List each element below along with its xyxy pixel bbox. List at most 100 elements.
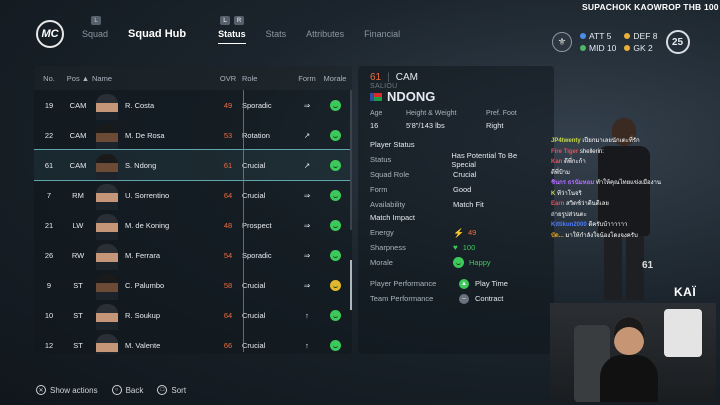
player-face-icon (92, 300, 122, 330)
row-name: M. Ferrara (125, 250, 161, 260)
table-row[interactable]: 61 CAM S. Ndong 61 Crucial ↗ (34, 149, 352, 181)
chat-text: ทำให้คุณไทยแข่งเมืองาน (595, 180, 662, 186)
tab-financial[interactable]: Financial (364, 29, 400, 39)
row-role: Crucial (242, 340, 266, 350)
row-role: Prospect (242, 220, 272, 230)
stream-alert: SUPACHOK KAOWROP THB 100 (582, 2, 719, 12)
status-value: Has Potential To Be Special (451, 150, 518, 169)
detail-position: CAM (395, 72, 418, 83)
webcam-overlay (550, 303, 716, 402)
sort-button[interactable]: □ Sort (157, 385, 186, 395)
chat-message: Fire Tiger shellerin: (551, 147, 671, 158)
tab-attributes[interactable]: Attributes (306, 29, 344, 39)
chat-message: ดีพี่ป้าม (551, 168, 671, 179)
back-button[interactable]: ○ Back (111, 385, 143, 395)
row-role: Crucial (242, 310, 266, 320)
app-logo: MC (36, 20, 64, 48)
match-impact-heading: Match Impact (370, 213, 416, 222)
row-form: ↗ (303, 160, 311, 170)
morale-value: Happy (469, 258, 491, 267)
row-name: S. Ndong (125, 160, 157, 170)
chat-user: Earn (551, 201, 565, 207)
row-name: M. Valente (125, 340, 161, 350)
table-scrollbar[interactable] (350, 90, 352, 310)
row-position: ST (73, 340, 83, 350)
club-crest-icon: ⚜ (552, 32, 572, 52)
row-form: ↗ (303, 130, 311, 140)
sharpness-label: Sharpness (370, 243, 406, 252)
table-row[interactable]: 10 ST R. Soukup 64 Crucial ↑ (34, 300, 352, 330)
row-position: ST (73, 280, 83, 290)
row-number: 26 (44, 250, 54, 260)
circle-button-icon: ○ (111, 385, 122, 395)
chat-user: ชินกร ธรนัมหอม (551, 180, 595, 186)
tab-squad[interactable]: L Squad (82, 16, 109, 39)
player-face-icon (92, 330, 122, 354)
team-performance-icon: – (459, 293, 469, 304)
chat-text: ทีว่าโนจริ (557, 190, 582, 197)
row-morale (320, 219, 350, 231)
chat-text: ดีพี่ป้าม (551, 169, 570, 176)
team-performance-label: Team Performance (370, 294, 434, 303)
player-status-heading: Player Status (370, 140, 415, 149)
chat-user: JP4twenty (551, 138, 581, 144)
morale-happy-icon (329, 309, 341, 321)
morale-happy-icon (329, 99, 341, 111)
player-face-icon (92, 150, 122, 180)
sort-label: Sort (171, 385, 187, 395)
lt-key-icon: L (220, 16, 231, 25)
chat-message: K ทีว่าโนจริ (551, 189, 671, 200)
row-form: ↑ (305, 340, 309, 350)
form-label: Form (370, 185, 388, 194)
row-name: C. Palumbo (125, 280, 165, 290)
row-name: R. Costa (125, 100, 155, 110)
age-value: 16 (370, 121, 379, 130)
att-count: ATT 5 (580, 31, 616, 41)
table-row[interactable]: 12 ST M. Valente 66 Crucial ↑ (34, 330, 352, 354)
table-row[interactable]: 19 CAM R. Costa 49 Sporadic ⇒ (34, 90, 352, 120)
chat-text: มาให้กำลังใจน้องโดงจงครับ (565, 232, 638, 239)
table-row[interactable]: 26 RW M. Ferrara 54 Sporadic ⇒ (34, 240, 352, 270)
row-ovr: 53 (223, 130, 233, 140)
table-row[interactable]: 7 RM U. Sorrentino 64 Crucial ⇒ (34, 180, 352, 210)
lb-key-icon: L (91, 16, 101, 25)
form-value: Good (453, 185, 472, 194)
chat-user: K (551, 190, 556, 197)
page-title: Squad Hub (128, 28, 187, 40)
mid-count: MID 10 (580, 43, 616, 53)
row-role: Rotation (242, 130, 270, 140)
row-ovr: 66 (223, 340, 233, 350)
energy-value: 49 (468, 228, 477, 237)
tab-stats[interactable]: Stats (266, 29, 287, 39)
table-row[interactable]: 21 LW M. de Koning 48 Prospect ⇒ (34, 210, 352, 240)
player-performance-icon: ▲ (459, 278, 469, 289)
row-ovr: 48 (223, 220, 233, 230)
row-ovr: 49 (223, 100, 233, 110)
row-position: CAM (69, 130, 87, 140)
player-shirt-number: 61 (642, 260, 654, 271)
tab-squad-label: Squad (82, 29, 109, 39)
row-morale (320, 99, 350, 111)
squad-table: No. Pos ▲ Name OVR Role Form Morale 19 CA… (34, 66, 352, 354)
table-row[interactable]: 22 CAM M. De Rosa 53 Rotation ↗ (34, 120, 352, 150)
player-detail-panel: 61 | CAM SALIOU NDONG Age 16 Height & Wei… (358, 66, 554, 354)
detail-ovr: 61 (370, 72, 382, 83)
row-role: Crucial (242, 190, 266, 200)
contract-label: Contract (475, 294, 504, 303)
chat-message: JP4twenty เปียกมาเลยนักเตะที่รัก (551, 136, 671, 147)
age-label: Age (370, 110, 383, 117)
show-actions-button[interactable]: ✕ Show actions (36, 385, 98, 395)
table-row[interactable]: 9 ST C. Palumbo 58 Crucial ⇒ (34, 270, 352, 300)
row-form: ⇒ (303, 190, 311, 200)
streamer-watermark: KAÏ (674, 285, 697, 299)
availability-label: Availability (370, 200, 406, 209)
chat-text: ดีพี่กะก้า (564, 159, 586, 165)
row-name: M. de Koning (125, 220, 170, 230)
player-performance-label: Player Performance (370, 279, 437, 288)
row-form: ⇒ (303, 280, 311, 290)
morale-happy-icon (329, 189, 341, 201)
player-last-name: NDONG (387, 89, 436, 104)
row-name: M. De Rosa (125, 130, 165, 140)
tab-status[interactable]: L R Status (218, 16, 246, 44)
foot-label: Pref. Foot (486, 110, 517, 117)
